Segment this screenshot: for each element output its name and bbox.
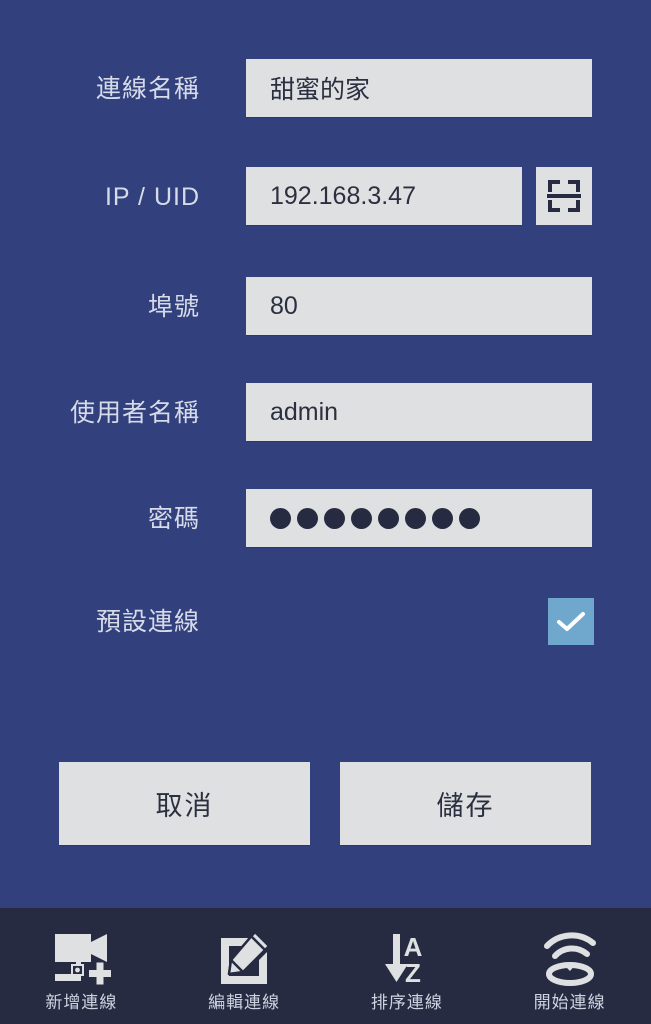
save-button[interactable]: 儲存: [340, 762, 591, 845]
nav-item-start-connection[interactable]: 開始連線: [488, 908, 651, 1024]
label-password: 密碼: [147, 504, 200, 533]
password-input[interactable]: [246, 489, 592, 547]
default-connection-checkbox[interactable]: [548, 598, 594, 645]
label-username: 使用者名稱: [69, 398, 200, 427]
nav-label-start-connection: 開始連線: [533, 992, 606, 1012]
port-input[interactable]: [246, 277, 592, 335]
qr-scan-button[interactable]: [536, 167, 592, 225]
edit-pencil-icon: [215, 928, 273, 990]
nav-label-edit-connection: 編輯連線: [208, 992, 281, 1012]
connection-name-input[interactable]: [246, 59, 592, 117]
nav-item-sort-connection[interactable]: A Z 排序連線: [326, 908, 489, 1024]
qr-scan-icon: [545, 177, 583, 215]
label-connection-name: 連線名稱: [95, 74, 200, 103]
ip-uid-input[interactable]: [246, 167, 522, 225]
connection-settings-form: 連線名稱 IP / UID 埠號: [0, 0, 651, 908]
cancel-button[interactable]: 取消: [59, 762, 310, 845]
nav-label-add-connection: 新增連線: [45, 992, 118, 1012]
sort-az-icon: A Z: [377, 928, 437, 990]
camera-add-icon: [49, 928, 113, 990]
nav-item-edit-connection[interactable]: 編輯連線: [163, 908, 326, 1024]
svg-text:Z: Z: [405, 958, 421, 988]
nav-item-add-connection[interactable]: 新增連線: [0, 908, 163, 1024]
wifi-connect-icon: [537, 928, 603, 990]
password-masked-dots: [270, 507, 480, 529]
nav-label-sort-connection: 排序連線: [370, 992, 443, 1012]
bottom-navigation-bar: 新增連線 編輯連線 A Z 排序連線 開始連線: [0, 908, 651, 1024]
label-port: 埠號: [147, 292, 200, 321]
check-icon: [556, 610, 586, 634]
username-input[interactable]: [246, 383, 592, 441]
label-default-connection: 預設連線: [95, 607, 200, 636]
label-ip-uid: IP / UID: [104, 182, 200, 211]
